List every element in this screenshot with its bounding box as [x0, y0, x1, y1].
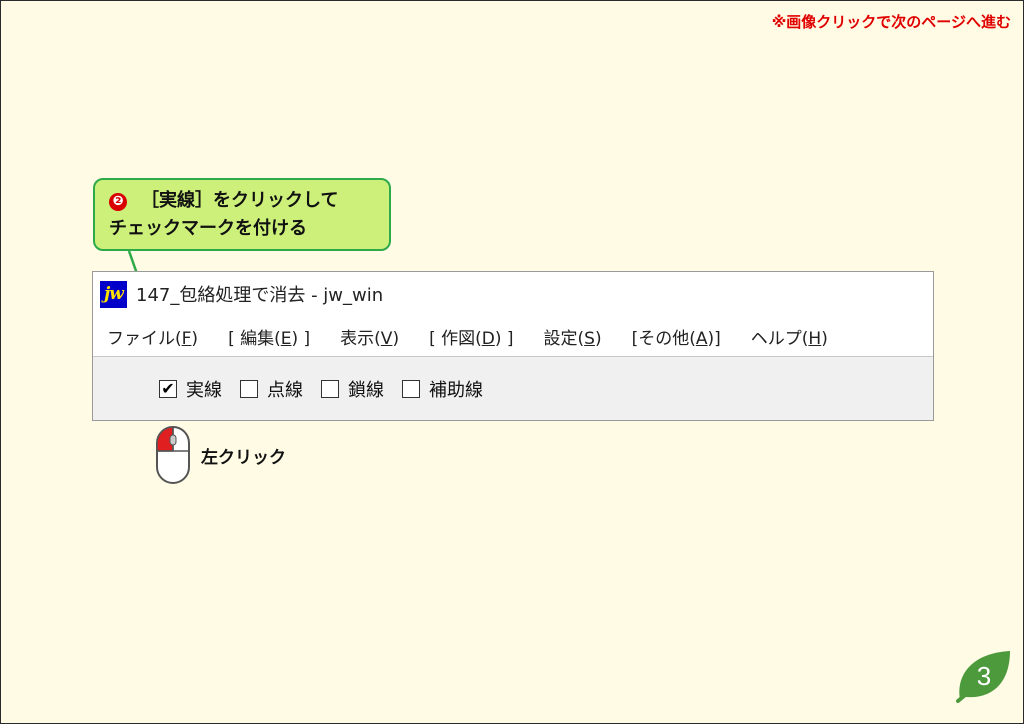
window-title: 147_包絡処理で消去 - jw_win [136, 285, 384, 306]
menu-settings-label: 設定( [543, 328, 585, 349]
instruction-callout: ❷ ［実線］をクリックして チェックマークを付ける [93, 178, 391, 251]
callout-line-1: ❷ ［実線］をクリックして [109, 187, 389, 215]
menu-view[interactable]: 表示(V) [340, 324, 399, 349]
auxiliary-line-checkbox[interactable]: 補助線 [402, 376, 483, 402]
auxiliary-line-label: 補助線 [429, 379, 483, 401]
mouse-left-click-icon [156, 426, 190, 484]
menu-edit-label: [ 編集( [228, 328, 281, 349]
menu-file-label: ファイル( [107, 328, 182, 349]
left-click-label: 左クリック [201, 448, 286, 468]
menu-edit-key: E [280, 328, 292, 349]
menu-edit[interactable]: [ 編集(E) ] [228, 324, 310, 349]
menu-help-label: ヘルプ( [750, 328, 809, 349]
chain-line-checkbox[interactable]: 鎖線 [321, 376, 384, 402]
slide: ※画像クリックで次のページへ進む ❷ ［実線］をクリックして チェックマークを付け… [0, 0, 1024, 724]
menu-file[interactable]: ファイル(F) [107, 324, 198, 349]
checkbox-unchecked-icon[interactable] [240, 379, 258, 398]
checkbox-unchecked-icon[interactable] [402, 379, 420, 398]
menu-other[interactable]: [その他(A)] [632, 324, 721, 349]
menu-other-label: [その他( [631, 328, 696, 349]
menu-draw-end: ) ] [494, 328, 514, 349]
menu-other-key: A [695, 328, 708, 349]
callout-text-2: チェックマークを付ける [109, 218, 307, 239]
step-number-badge: ❷ [109, 193, 127, 211]
menu-draw[interactable]: [ 作図(D) ] [429, 324, 513, 349]
menu-edit-end: ) ] [291, 328, 311, 349]
menu-help-end: ) [821, 328, 828, 349]
jw-app-icon: jw [100, 280, 127, 308]
menu-file-key: F [181, 328, 192, 349]
menu-help[interactable]: ヘルプ(H) [751, 324, 828, 349]
checkbox-unchecked-icon[interactable] [321, 379, 339, 398]
line-type-toolbar: ✔ 実線 点線 鎖線 補助線 [93, 356, 933, 420]
title-bar: jw 147_包絡処理で消去 - jw_win [93, 272, 933, 316]
menu-other-end: )] [707, 328, 721, 349]
solid-line-checkbox[interactable]: ✔ 実線 [159, 376, 222, 402]
jw-win-window: jw 147_包絡処理で消去 - jw_win ファイル(F) [ 編集(E) … [92, 271, 934, 421]
menu-view-end: ) [392, 328, 400, 349]
menu-file-end: ) [191, 328, 199, 349]
menu-draw-key: D [481, 328, 495, 349]
menu-settings[interactable]: 設定(S) [544, 324, 602, 349]
checkbox-checked-icon[interactable]: ✔ [159, 379, 177, 398]
dotted-line-checkbox[interactable]: 点線 [240, 376, 303, 402]
callout-text-1: ［実線］をクリックして [141, 190, 339, 211]
solid-line-label: 実線 [186, 379, 222, 401]
page-number: 3 [976, 661, 992, 691]
menu-settings-end: ) [594, 328, 602, 349]
menu-draw-label: [ 作図( [429, 328, 482, 349]
menu-bar: ファイル(F) [ 編集(E) ] 表示(V) [ 作図(D) ] 設定(S) … [93, 316, 933, 356]
menu-settings-key: S [584, 328, 595, 349]
menu-help-key: H [808, 328, 822, 349]
menu-view-key: V [380, 328, 393, 349]
menu-view-label: 表示( [340, 328, 381, 349]
dotted-line-label: 点線 [267, 379, 303, 401]
chain-line-label: 鎖線 [348, 379, 384, 401]
